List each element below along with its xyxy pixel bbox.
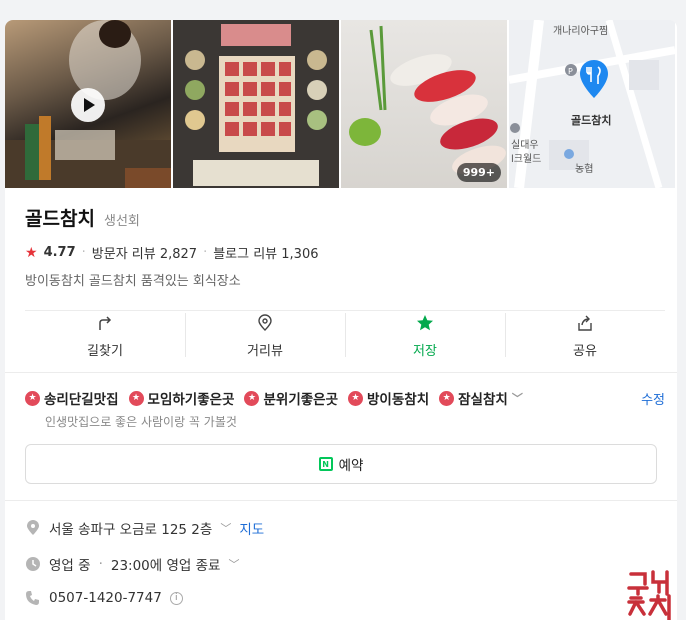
restaurant-logo	[627, 570, 671, 620]
location-icon	[27, 520, 39, 535]
map-pin-label: 골드참치	[571, 114, 612, 127]
share-button[interactable]: 공유	[505, 311, 665, 362]
keyword-tag-label: 잠실참치	[458, 392, 508, 408]
street-view-label: 거리뷰	[247, 344, 283, 359]
clock-icon	[26, 557, 40, 571]
tag-icon: ★	[439, 390, 455, 406]
place-info: 골드참치 생선회 ★ 4.77 · 방문자 리뷰 2,827 · 블로그 리뷰 …	[25, 204, 665, 289]
phone-number[interactable]: 0507-1420-7747	[49, 590, 162, 606]
action-bar: 길찾기 거리뷰 저장 공유	[25, 310, 665, 362]
chevron-down-icon[interactable]: ﹀	[228, 556, 239, 572]
hours-row[interactable]: 영업 중 · 23:00에 영업 종료 ﹀	[25, 554, 239, 574]
info-icon[interactable]: i	[169, 591, 183, 605]
map-link[interactable]: 지도	[239, 518, 264, 538]
separator-dot: ·	[98, 556, 103, 572]
divider	[5, 372, 677, 373]
directions-icon	[99, 316, 112, 330]
edit-tags-button[interactable]: 수정	[641, 389, 665, 408]
keyword-tag-label: 송리단길맛집	[44, 392, 119, 408]
play-button[interactable]	[71, 88, 105, 122]
stats-row: ★ 4.77 · 방문자 리뷰 2,827 · 블로그 리뷰 1,306	[25, 243, 665, 263]
reserve-button[interactable]: N 예약	[25, 444, 657, 484]
photo-gallery: 999+ P 개나리아구찜 실대우 l크월드 농협 골드참치	[5, 20, 677, 188]
keyword-tag[interactable]: ★ 모임하기좋은곳	[128, 388, 235, 408]
photo-count-badge: 999+	[456, 163, 501, 182]
naver-booking-icon: N	[318, 457, 333, 471]
street-view-button[interactable]: 거리뷰	[185, 311, 345, 362]
location-pin-icon	[258, 314, 272, 331]
map-pin-icon	[580, 60, 608, 98]
tag-description: 인생맛집으로 좋은 사람이랑 꼭 가볼것	[45, 415, 237, 429]
map-label: l크월드	[511, 154, 542, 165]
star-save-icon	[417, 315, 433, 331]
tag-icon: ★	[244, 390, 260, 406]
place-category: 생선회	[104, 214, 140, 229]
keyword-tag[interactable]: ★ 잠실참치 ﹀	[439, 388, 523, 408]
star-icon: ★	[25, 244, 38, 261]
svg-text:P: P	[568, 67, 573, 76]
share-icon	[578, 315, 592, 331]
food-photo-sushi[interactable]: 999+	[341, 20, 507, 188]
chevron-down-icon[interactable]: ﹀	[512, 390, 523, 406]
separator-dot: ·	[203, 245, 208, 260]
business-hours: 23:00에 영업 종료	[110, 558, 221, 574]
map-thumbnail[interactable]: P 개나리아구찜 실대우 l크월드 농협 골드참치	[509, 20, 675, 188]
food-photo-platter[interactable]	[173, 20, 339, 188]
platter-photo	[173, 20, 339, 188]
directions-button[interactable]: 길찾기	[25, 311, 185, 362]
share-label: 공유	[573, 344, 597, 359]
chevron-down-icon[interactable]: ﹀	[220, 520, 231, 536]
title-row: 골드참치 생선회	[25, 204, 665, 231]
phone-icon	[26, 591, 39, 605]
separator-dot: ·	[81, 245, 86, 260]
place-name: 골드참치	[25, 208, 95, 230]
business-status: 영업 중	[49, 558, 91, 574]
tag-icon: ★	[348, 390, 364, 406]
keyword-tag[interactable]: ★ 분위기좋은곳	[244, 388, 338, 408]
divider	[5, 500, 677, 501]
map-label: 농협	[575, 164, 594, 175]
place-card: 999+ P 개나리아구찜 실대우 l크월드 농협 골드참치 골드참치 생선회 …	[5, 20, 677, 620]
visitor-reviews-link[interactable]: 방문자 리뷰 2,827	[92, 243, 197, 262]
address-row: 서울 송파구 오금로 125 2층 ﹀ 지도	[25, 518, 264, 538]
map-label: 개나리아구찜	[553, 26, 609, 37]
keyword-tag-label: 모임하기좋은곳	[147, 392, 235, 408]
phone-row: 0507-1420-7747 i	[25, 590, 183, 606]
tag-icon: ★	[25, 390, 40, 406]
save-label: 저장	[413, 344, 437, 359]
keyword-tag-label: 방이동참치	[367, 392, 430, 408]
save-button[interactable]: 저장	[345, 311, 505, 362]
rating-value: 4.77	[43, 245, 76, 260]
keyword-tag-label: 분위기좋은곳	[263, 392, 339, 408]
map-label: 실대우	[511, 140, 539, 151]
video-thumbnail[interactable]	[5, 20, 171, 188]
keyword-tags: ★ 송리단길맛집 ★ 모임하기좋은곳 ★ 분위기좋은곳 ★ 방이동참치 ★ 잠실참치 ﹀ 수…	[25, 388, 665, 408]
keyword-tag[interactable]: ★ 송리단길맛집	[25, 388, 119, 408]
keyword-tag[interactable]: ★ 방이동참치	[348, 388, 429, 408]
reserve-label: 예약	[338, 458, 364, 474]
address-text: 서울 송파구 오금로 125 2층	[49, 522, 213, 538]
blog-reviews-link[interactable]: 블로그 리뷰 1,306	[213, 243, 318, 262]
directions-label: 길찾기	[87, 344, 123, 359]
place-description: 방이동참치 골드참치 품격있는 회식장소	[25, 274, 241, 289]
tag-icon: ★	[128, 390, 144, 406]
